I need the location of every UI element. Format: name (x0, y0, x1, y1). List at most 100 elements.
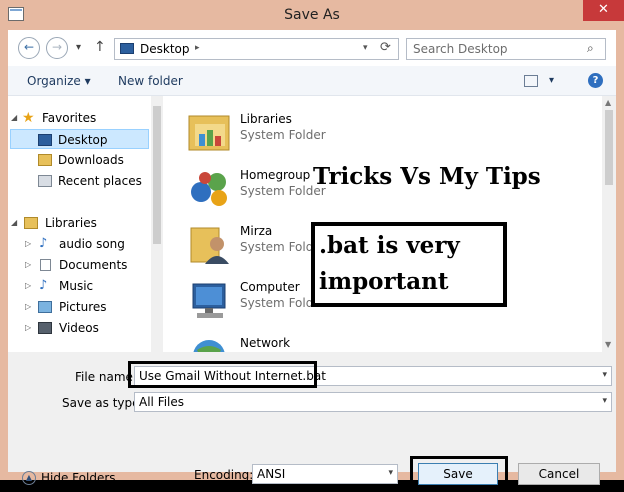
file-name-label: Libraries (240, 112, 292, 126)
navigation-scrollbar[interactable] (151, 96, 163, 352)
navigation-pane: ◢ ★ Favorites Desktop Downloads Recent p… (8, 96, 163, 352)
encoding-select[interactable]: ANSI ▾ (252, 464, 398, 484)
sidebar-item-label: Libraries (45, 216, 97, 230)
downloads-icon (38, 154, 52, 166)
collapse-arrow-icon[interactable]: ◢ (11, 108, 17, 128)
pictures-icon (38, 301, 52, 313)
file-list-scrollbar[interactable]: ▲ ▼ (602, 96, 616, 352)
chevron-up-icon: ▲ (22, 471, 36, 485)
encoding-dropdown-icon[interactable]: ▾ (388, 468, 393, 478)
file-name-label: File name (75, 370, 133, 384)
sidebar-item-label: Downloads (58, 153, 124, 167)
expand-arrow-icon[interactable]: ▷ (25, 297, 31, 317)
network-icon (193, 340, 225, 352)
libraries-icon (24, 217, 38, 229)
save-as-type-value: All Files (139, 395, 185, 409)
save-as-type-dropdown-icon[interactable]: ▾ (602, 396, 607, 406)
command-toolbar: Organize ▾ New folder ▾ ? (8, 66, 616, 96)
file-name-label: Homegroup (240, 168, 311, 182)
up-button[interactable]: ↑ (94, 39, 106, 55)
hide-folders-label: Hide Folders (41, 471, 116, 485)
title-bar[interactable]: Save As ✕ (0, 0, 624, 30)
refresh-icon[interactable]: ⟳ (380, 40, 391, 55)
encoding-value: ANSI (257, 467, 286, 481)
sidebar-item-recent-places[interactable]: Recent places (8, 171, 148, 191)
save-as-type-label: Save as type: (62, 396, 144, 410)
breadcrumb-desktop[interactable]: Desktop (140, 42, 190, 56)
overlay-callout-box: .bat is very important (311, 222, 507, 307)
overlay-callout-line-2: important (319, 268, 449, 295)
expand-arrow-icon[interactable]: ▷ (25, 255, 31, 275)
desktop-location-icon (120, 43, 134, 54)
sidebar-item-label: Recent places (58, 174, 142, 188)
computer-icon (192, 283, 226, 318)
window-title: Save As (284, 7, 340, 23)
libraries-folder-icon (188, 115, 230, 151)
view-options-dropdown[interactable]: ▾ (549, 75, 554, 86)
user-folder-icon (190, 227, 229, 264)
sidebar-item-label: Documents (59, 258, 128, 272)
sidebar-item-label: Favorites (42, 111, 97, 125)
sidebar-item-label: audio song (59, 237, 125, 251)
close-button[interactable]: ✕ (583, 0, 624, 21)
documents-icon (40, 259, 51, 271)
videos-icon (38, 322, 52, 334)
sidebar-item-favorites[interactable]: ◢ ★ Favorites (8, 108, 148, 128)
sidebar-item-label: Pictures (59, 300, 107, 314)
recent-locations-dropdown[interactable]: ▾ (76, 42, 81, 53)
file-name-highlight-box (128, 361, 317, 388)
scroll-up-icon[interactable]: ▲ (605, 98, 611, 107)
file-item-libraries[interactable]: Libraries System Folder (169, 104, 589, 160)
sidebar-item-label: Music (59, 279, 94, 293)
sidebar-item-videos[interactable]: ▷ Videos (8, 318, 148, 338)
sidebar-item-label: Desktop (58, 133, 108, 147)
forward-button[interactable]: → (46, 37, 68, 59)
expand-arrow-icon[interactable]: ▷ (25, 276, 31, 296)
sidebar-item-pictures[interactable]: ▷ Pictures (8, 297, 148, 317)
overlay-title-text: Tricks Vs My Tips (313, 163, 541, 190)
address-bar[interactable]: Desktop ▸ ▾ ⟳ (114, 38, 399, 60)
change-view-icon[interactable] (524, 75, 538, 87)
collapse-arrow-icon[interactable]: ◢ (11, 213, 17, 233)
file-name-label: Network (240, 336, 291, 350)
file-item-network[interactable]: Network (169, 328, 589, 352)
recent-places-icon (38, 175, 52, 187)
file-type-label: System Folder (240, 128, 326, 142)
save-button[interactable]: Save (418, 463, 498, 485)
sidebar-item-downloads[interactable]: Downloads (8, 150, 148, 170)
expand-arrow-icon[interactable]: ▷ (25, 318, 31, 338)
star-icon: ★ (22, 110, 35, 126)
back-button[interactable]: ← (18, 37, 40, 59)
overlay-callout-line-1: .bat is very (319, 232, 460, 259)
help-icon[interactable]: ? (588, 73, 603, 88)
sidebar-item-documents[interactable]: ▷ Documents (8, 255, 148, 275)
cancel-button[interactable]: Cancel (518, 463, 600, 485)
file-list-scrollbar-thumb[interactable] (605, 110, 613, 185)
scroll-down-icon[interactable]: ▼ (605, 340, 611, 349)
music-icon: ♪ (39, 278, 48, 293)
file-name-dropdown-icon[interactable]: ▾ (602, 370, 607, 380)
expand-arrow-icon[interactable]: ▷ (25, 234, 31, 254)
organize-button[interactable]: Organize ▾ (27, 74, 91, 88)
search-placeholder: Search Desktop (413, 42, 508, 56)
navigation-bar: ← → ▾ ↑ Desktop ▸ ▾ ⟳ Search Desktop ⌕ (8, 30, 616, 66)
file-name-label: Computer (240, 280, 300, 294)
sidebar-item-audio-song[interactable]: ▷ ♪ audio song (8, 234, 148, 254)
sidebar-item-label: Videos (59, 321, 99, 335)
sidebar-item-music[interactable]: ▷ ♪ Music (8, 276, 148, 296)
search-icon[interactable]: ⌕ (587, 41, 594, 56)
homegroup-icon (191, 172, 227, 206)
search-input[interactable]: Search Desktop ⌕ (406, 38, 606, 60)
sidebar-item-libraries[interactable]: ◢ Libraries (8, 213, 148, 233)
desktop-icon (38, 134, 52, 146)
music-icon: ♪ (39, 236, 48, 251)
save-as-dialog: Save As ✕ ← → ▾ ↑ Desktop ▸ ▾ ⟳ Search D… (0, 0, 624, 492)
sidebar-item-desktop[interactable]: Desktop (10, 129, 149, 149)
address-dropdown-icon[interactable]: ▾ (363, 43, 368, 53)
new-folder-button[interactable]: New folder (118, 74, 183, 88)
save-as-type-select[interactable]: All Files ▾ (134, 392, 612, 412)
save-options-panel: File name Use Gmail Without Internet.bat… (8, 352, 616, 492)
breadcrumb-chevron-icon[interactable]: ▸ (195, 43, 200, 53)
file-name-label: Mirza (240, 224, 273, 238)
navigation-scrollbar-thumb[interactable] (153, 106, 161, 244)
